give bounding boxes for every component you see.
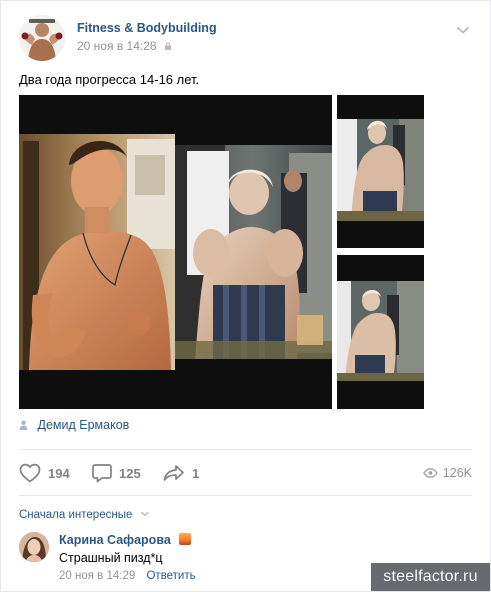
eye-icon (423, 468, 438, 478)
sunset-emoji-icon (179, 533, 192, 545)
comment-bubble-icon (92, 464, 112, 483)
post-photo-2[interactable] (337, 95, 424, 248)
comment-text: Страшный пизд*ц (59, 551, 163, 565)
post-photo-3[interactable] (337, 255, 424, 409)
divider-bottom (19, 495, 472, 496)
person-icon (19, 420, 28, 430)
views-count: 126K (442, 466, 472, 480)
wall-post: Fitness & Bodybuilding 20 ноя в 14:28 Дв… (0, 0, 491, 592)
share-button[interactable]: 1 (163, 461, 199, 485)
post-date[interactable]: 20 ноя в 14:28 (77, 39, 172, 53)
post-text: Два года прогресса 14-16 лет. (19, 72, 200, 87)
share-count: 1 (192, 465, 200, 481)
post-header: Fitness & Bodybuilding 20 ноя в 14:28 (19, 15, 472, 61)
comments-sort-label: Сначала интересные (19, 509, 133, 521)
comment-meta: 20 ноя в 14:29 Ответить (59, 570, 196, 582)
post-date-text: 20 ноя в 14:28 (77, 39, 157, 53)
comment-author-link[interactable]: Карина Сафарова (59, 533, 192, 547)
chevron-down-icon[interactable] (456, 25, 470, 35)
post-signature[interactable]: Демид Ермаков (19, 418, 129, 432)
post-signature-name: Демид Ермаков (37, 418, 130, 432)
comment-avatar[interactable] (19, 532, 49, 562)
views-counter: 126K (423, 461, 472, 485)
post-author-link[interactable]: Fitness & Bodybuilding (77, 21, 217, 35)
comment-date[interactable]: 20 ноя в 14:29 (59, 570, 135, 582)
comment-author-name: Карина Сафарова (59, 533, 171, 547)
group-avatar[interactable] (19, 15, 65, 61)
divider-top (19, 449, 472, 450)
share-arrow-icon (163, 465, 184, 481)
post-actions: 194 125 1 126K (19, 461, 472, 485)
comment-button[interactable]: 125 (92, 461, 141, 485)
like-count: 194 (48, 465, 70, 481)
comments-sort-toggle[interactable]: Сначала интересные (19, 509, 149, 521)
heart-icon (19, 463, 41, 483)
reply-button[interactable]: Ответить (146, 570, 195, 582)
site-watermark: steelfactor.ru (371, 563, 490, 591)
like-button[interactable]: 194 (19, 461, 70, 485)
post-photo-main[interactable] (19, 95, 332, 409)
comment-count: 125 (119, 465, 141, 481)
chevron-down-icon (140, 511, 149, 517)
lock-icon (164, 42, 171, 50)
